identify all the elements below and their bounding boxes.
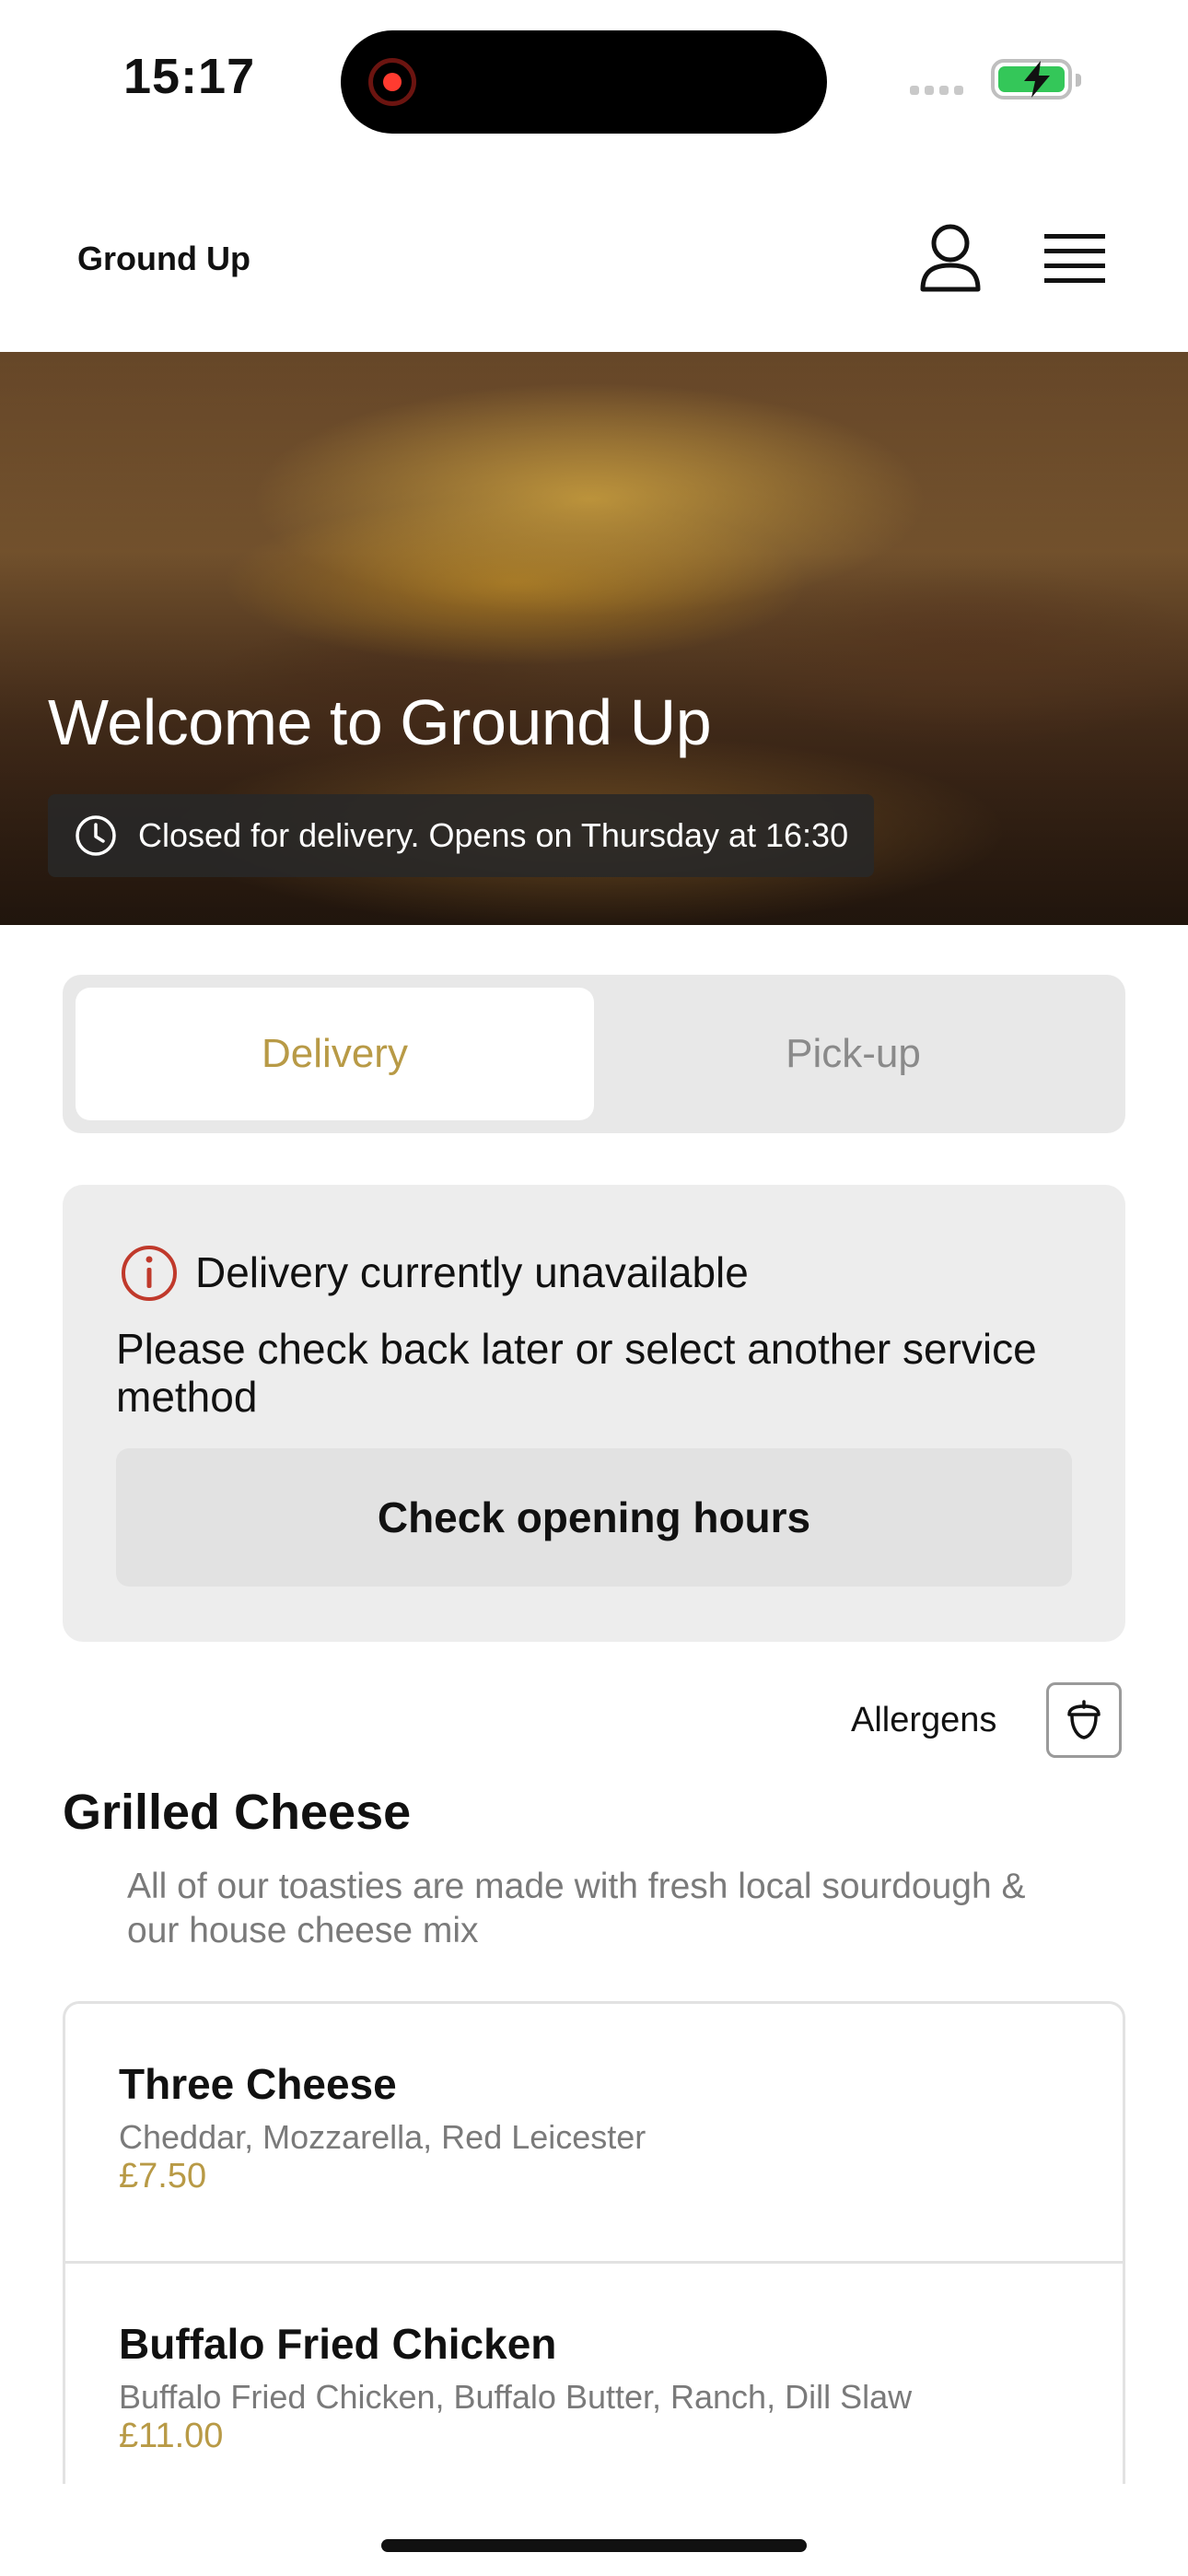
account-button[interactable]	[917, 223, 984, 293]
item-description: Buffalo Fried Chicken, Buffalo Butter, R…	[119, 2378, 913, 2416]
hero-banner: Welcome to Ground Up Closed for delivery…	[0, 352, 1188, 925]
info-circle-icon	[122, 1246, 177, 1301]
clock-icon	[76, 815, 116, 856]
item-name: Three Cheese	[119, 2060, 397, 2108]
status-bar: 15:17	[0, 0, 1188, 166]
recording-indicator-icon	[368, 58, 416, 106]
charging-bolt-icon	[1024, 61, 1050, 98]
closed-status-badge: Closed for delivery. Opens on Thursday a…	[48, 794, 875, 877]
section-description: All of our toasties are made with fresh …	[127, 1867, 1026, 1950]
item-price: £11.00	[119, 2417, 224, 2455]
home-indicator[interactable]	[381, 2539, 807, 2552]
notice-body: Please check back later or select anothe…	[116, 1325, 1037, 1421]
service-method-toggle: Delivery Pick-up	[63, 975, 1125, 1133]
allergens-label[interactable]: Allergens	[851, 1701, 996, 1740]
menu-item[interactable]: Three Cheese Cheddar, Mozzarella, Red Le…	[65, 2004, 1123, 2264]
brand-name[interactable]: Ground Up	[77, 240, 250, 278]
tab-delivery[interactable]: Delivery	[76, 988, 594, 1120]
acorn-icon	[1067, 1700, 1101, 1739]
menu-item[interactable]: Buffalo Fried Chicken Buffalo Fried Chic…	[65, 2264, 1123, 2484]
delivery-unavailable-notice: Delivery currently unavailable Please ch…	[63, 1185, 1125, 1642]
check-opening-hours-button[interactable]: Check opening hours	[116, 1448, 1072, 1587]
section-title: Grilled Cheese	[63, 1785, 412, 1840]
dynamic-island	[341, 30, 827, 134]
hero-title: Welcome to Ground Up	[48, 686, 712, 758]
notice-title: Delivery currently unavailable	[195, 1248, 749, 1296]
status-time: 15:17	[123, 49, 256, 104]
item-description: Cheddar, Mozzarella, Red Leicester	[119, 2118, 646, 2156]
menu-item-list: Three Cheese Cheddar, Mozzarella, Red Le…	[63, 2001, 1125, 2484]
item-price: £7.50	[119, 2157, 207, 2195]
tab-pickup[interactable]: Pick-up	[594, 988, 1112, 1120]
app-header: Ground Up	[0, 166, 1188, 352]
menu-button[interactable]	[1041, 228, 1109, 287]
hamburger-menu-icon	[1044, 234, 1105, 283]
user-icon	[920, 224, 981, 292]
battery-icon	[991, 59, 1081, 100]
signal-icon	[910, 86, 963, 95]
item-name: Buffalo Fried Chicken	[119, 2320, 557, 2368]
closed-status-text: Closed for delivery. Opens on Thursday a…	[138, 816, 849, 854]
allergens-button[interactable]	[1046, 1682, 1122, 1758]
